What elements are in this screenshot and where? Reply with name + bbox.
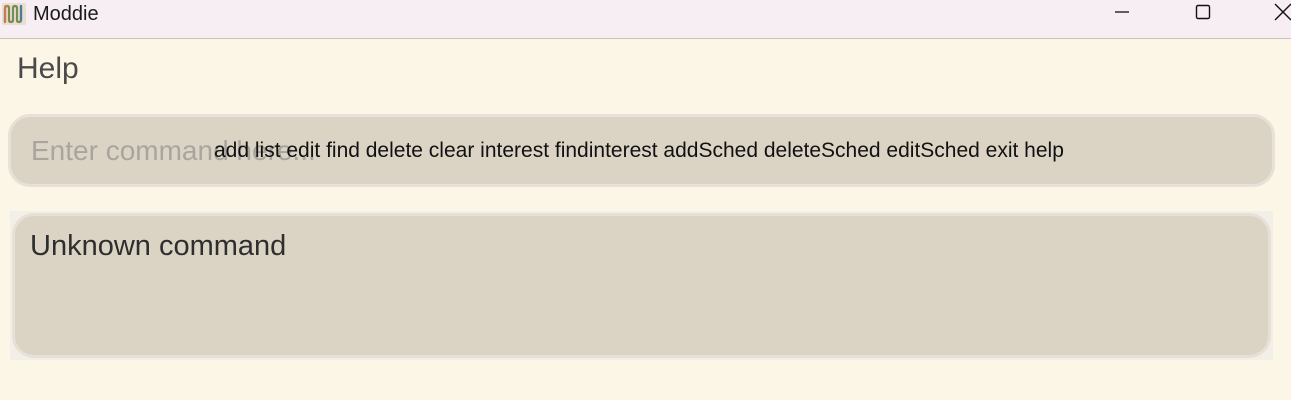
result-message: Unknown command xyxy=(30,230,287,262)
window-title: Moddie xyxy=(33,3,99,25)
title-bar: Moddie xyxy=(0,0,1291,39)
minimize-button[interactable] xyxy=(1099,0,1145,28)
moddie-app-icon xyxy=(2,3,26,25)
help-menu[interactable]: Help xyxy=(17,52,79,86)
close-button[interactable] xyxy=(1260,0,1291,28)
maximize-button[interactable] xyxy=(1180,0,1226,28)
close-icon xyxy=(1274,3,1291,25)
maximize-icon xyxy=(1195,4,1211,24)
command-suggestions[interactable]: add list edit find delete clear interest… xyxy=(214,139,1064,163)
minimize-icon xyxy=(1114,4,1130,24)
result-display-container: Unknown command xyxy=(10,211,1273,360)
result-display: Unknown command xyxy=(12,213,1271,358)
